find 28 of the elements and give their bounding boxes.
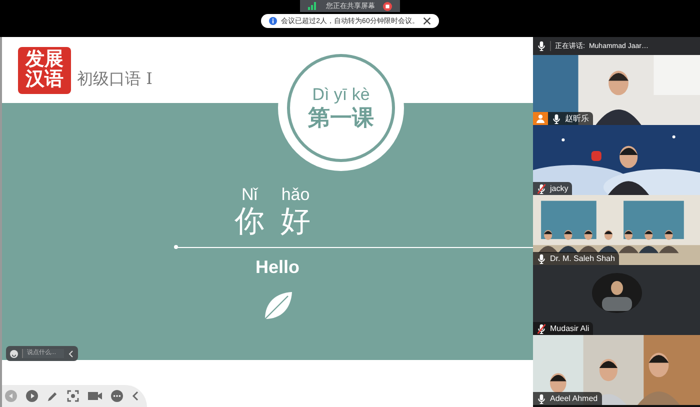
participant-name: Mudasir Ali (550, 324, 590, 332)
smiley-icon (10, 350, 18, 358)
pinyin: Nǐ (241, 185, 258, 205)
course-title: 初级口语 I (77, 68, 152, 90)
logo-text: 汉语 (26, 70, 64, 90)
hanzi: 好 (280, 205, 310, 239)
more-icon[interactable] (111, 390, 123, 402)
logo-text: 发展 (26, 50, 64, 70)
video-icon[interactable] (88, 391, 102, 401)
info-icon (269, 17, 278, 25)
pinyin: hǎo (281, 185, 310, 205)
pen-icon[interactable] (47, 390, 58, 402)
screenshot-icon[interactable] (67, 390, 79, 402)
play-icon[interactable] (26, 390, 38, 402)
stop-share-icon[interactable] (383, 2, 392, 10)
participant-name: 赵昕乐 (565, 114, 589, 122)
close-icon[interactable] (422, 17, 431, 25)
participant-name: jacky (550, 184, 568, 192)
participant-name: Adeel Ahmed (550, 394, 598, 402)
collapse-icon[interactable] (132, 391, 139, 401)
participant-name: Dr. M. Saleh Shah (550, 254, 615, 262)
hanzi: 你 (234, 205, 264, 239)
signal-icon (308, 2, 318, 10)
lesson-pinyin: Dì yī kè (312, 85, 370, 105)
mic-icon (537, 41, 546, 51)
lesson-title: 第一课 (308, 105, 374, 131)
avatar-icon (592, 273, 642, 313)
meaning: Hello (255, 256, 300, 279)
